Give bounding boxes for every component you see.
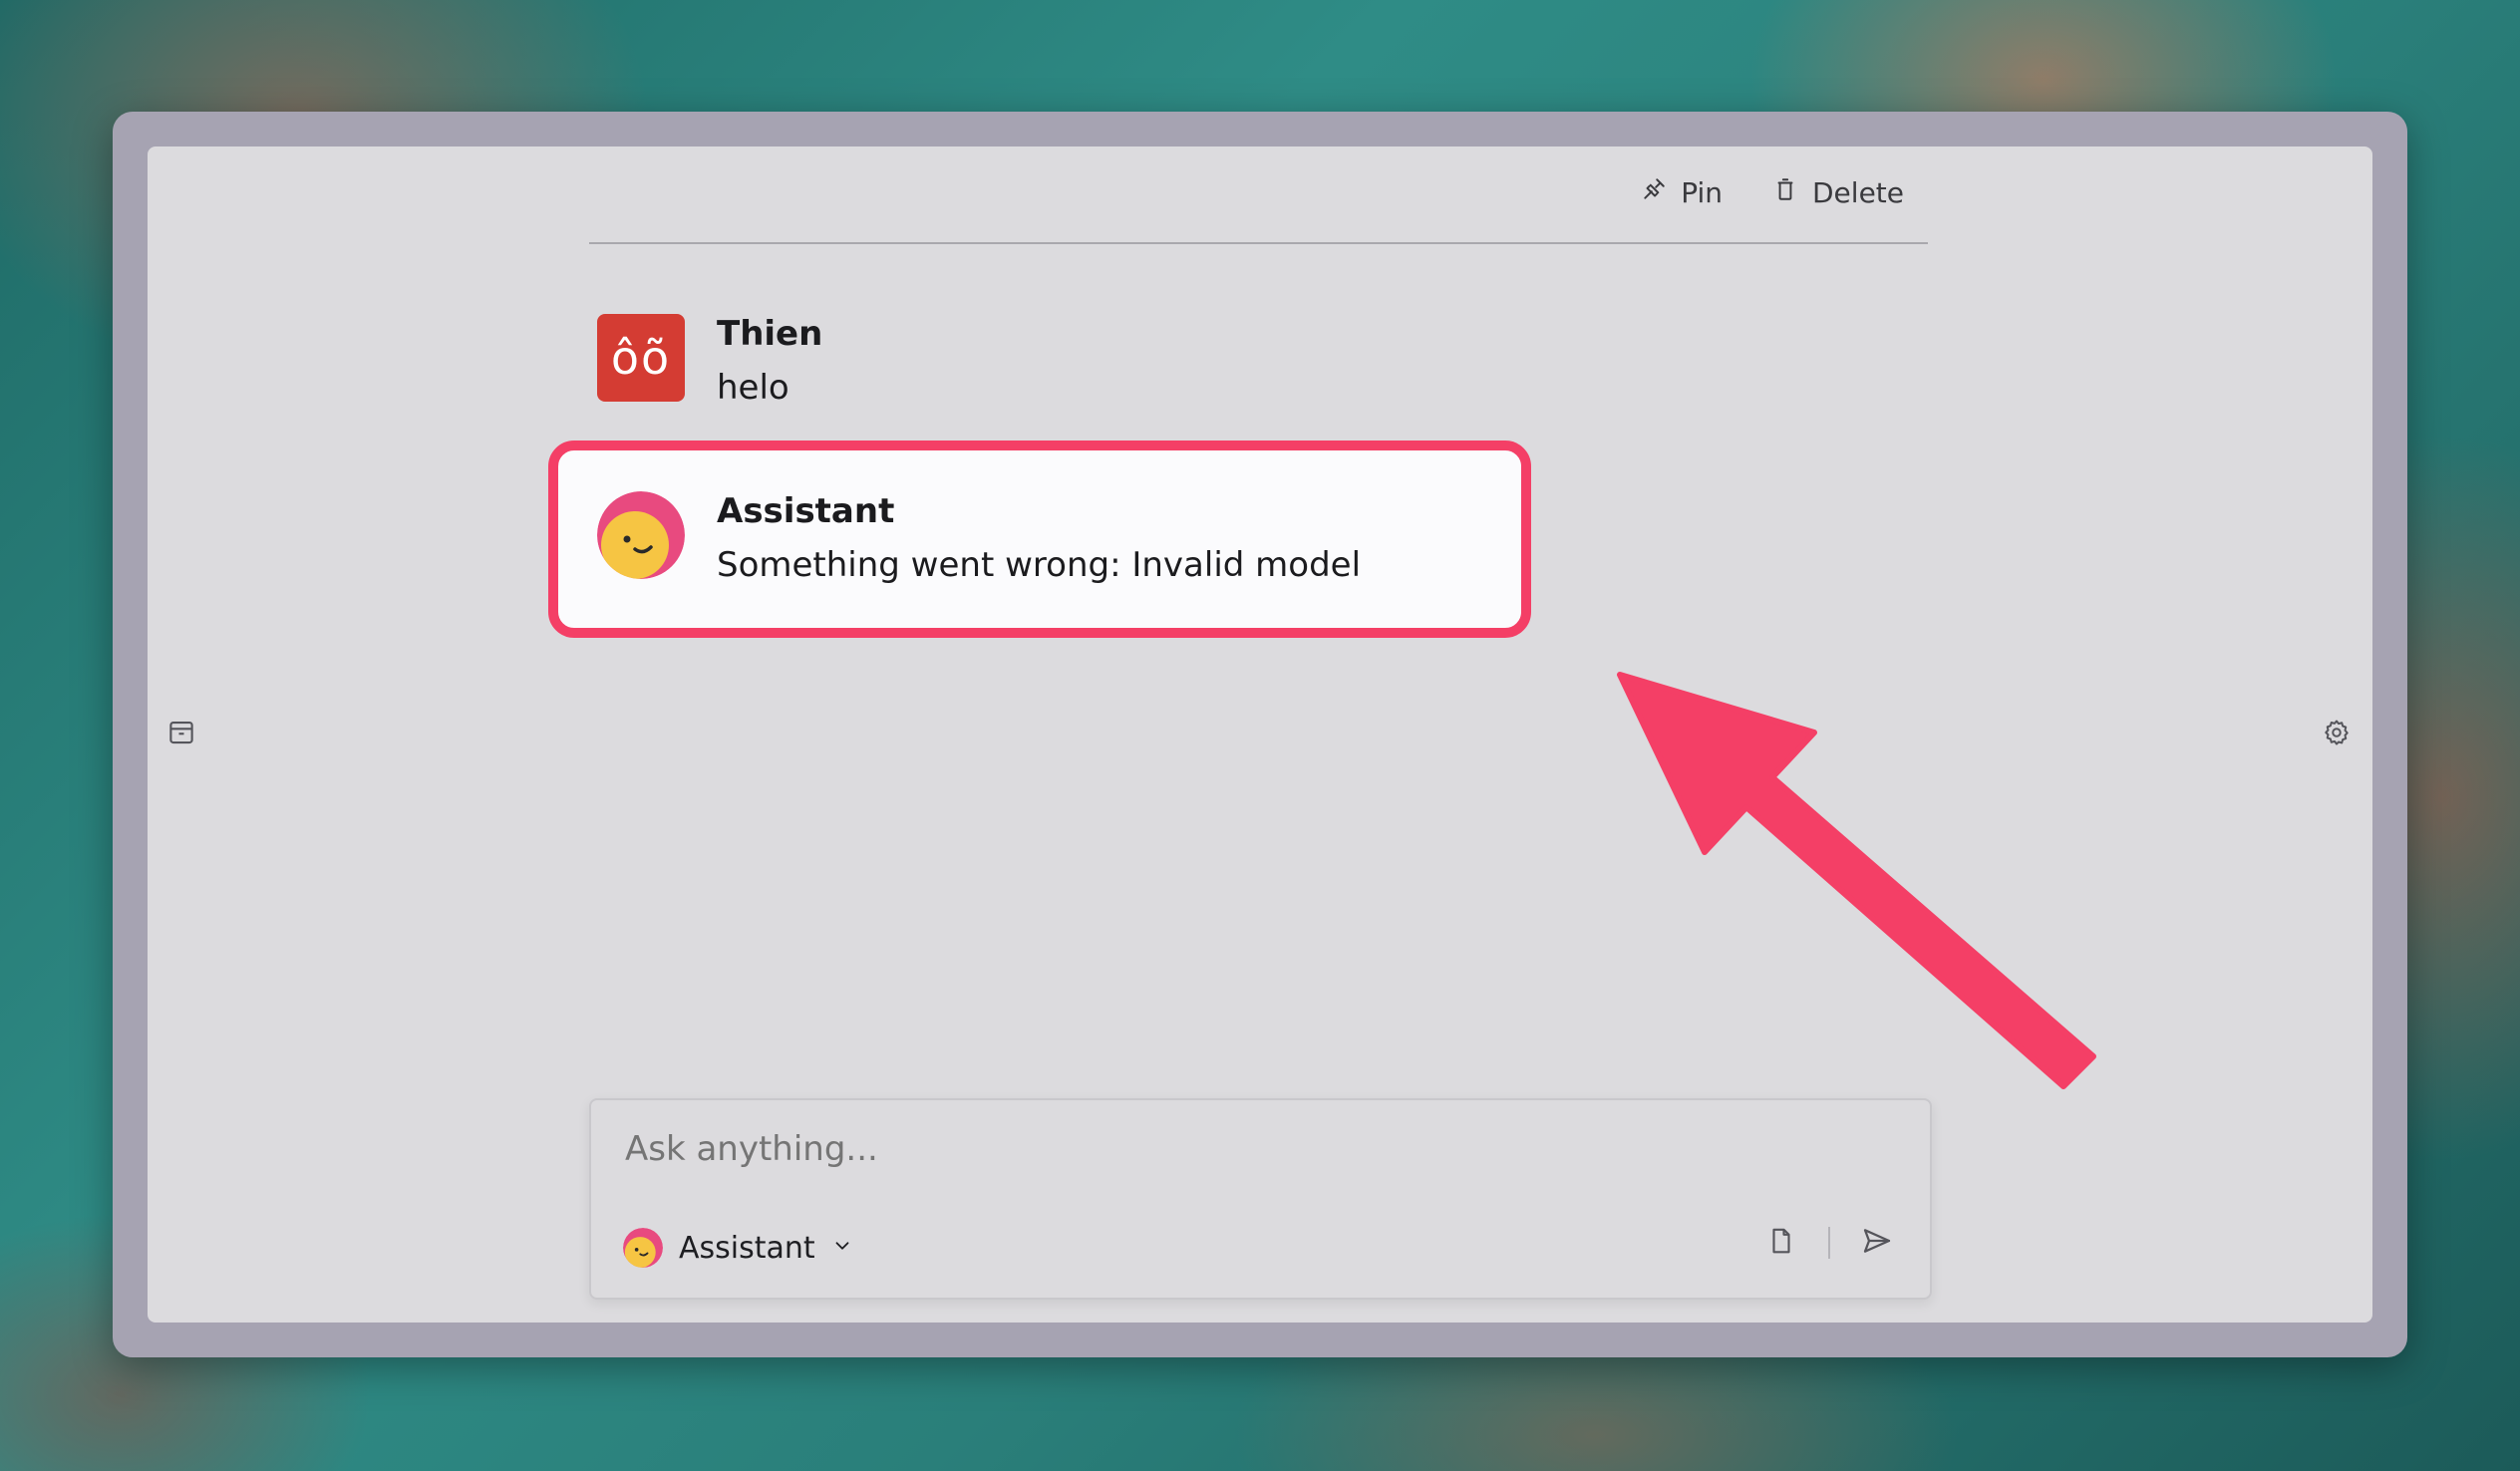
pin-button[interactable]: Pin (1641, 176, 1723, 209)
user-avatar-text: ôõ (610, 331, 672, 385)
gear-icon (2322, 718, 2352, 751)
chat-header: Pin Delete (589, 147, 1928, 244)
send-button[interactable] (1860, 1226, 1894, 1260)
chevron-down-icon (831, 1235, 853, 1261)
assistant-avatar (597, 491, 685, 579)
message-content: Thien helo (717, 314, 822, 408)
annotation-arrow (1617, 672, 2096, 1089)
message-content: Assistant Something went wrong: Invalid … (717, 491, 1361, 585)
sidebar-toggle-button[interactable] (165, 719, 197, 750)
delete-label: Delete (1812, 176, 1904, 209)
message-sender: Thien (717, 314, 823, 354)
archive-icon (166, 718, 196, 751)
settings-button[interactable] (2321, 719, 2353, 750)
trash-icon (1772, 176, 1798, 209)
attach-file-button[interactable] (1764, 1226, 1798, 1260)
error-message-text: Something went wrong: Invalid model (717, 545, 1362, 585)
header-actions: Pin Delete (1641, 176, 1904, 209)
composer-tools (1764, 1226, 1894, 1260)
delete-button[interactable]: Delete (1772, 176, 1904, 209)
message-assistant: Assistant Something went wrong: Invalid … (597, 491, 1361, 585)
message-text: helo (717, 368, 789, 408)
composer: Assistant (589, 1098, 1932, 1300)
assistant-selector-label: Assistant (679, 1230, 815, 1266)
user-avatar: ôõ (597, 314, 685, 402)
message-sender: Assistant (717, 491, 895, 531)
message-user: ôõ Thien helo (597, 314, 822, 408)
tools-divider (1828, 1227, 1830, 1259)
pin-label: Pin (1681, 176, 1723, 209)
prompt-input[interactable] (623, 1128, 1823, 1170)
send-icon (1861, 1225, 1893, 1261)
file-icon (1766, 1226, 1796, 1260)
assistant-mini-avatar (623, 1228, 663, 1268)
assistant-selector[interactable]: Assistant (623, 1228, 853, 1268)
pin-icon (1641, 176, 1667, 209)
